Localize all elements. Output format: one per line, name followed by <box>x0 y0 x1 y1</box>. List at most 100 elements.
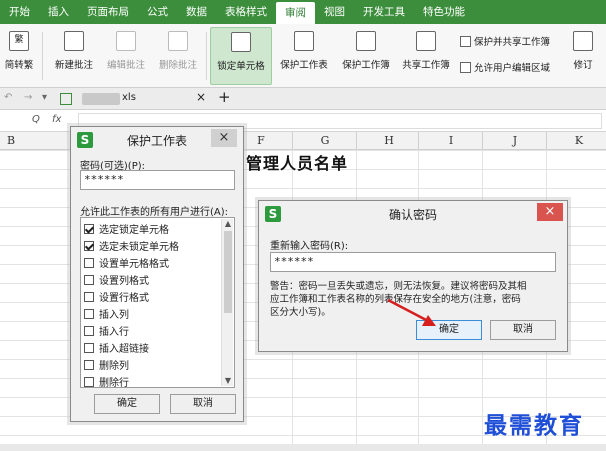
protect-cancel-button[interactable]: 取消 <box>170 394 236 414</box>
back-icon[interactable]: ↶ <box>4 92 12 103</box>
revise-button[interactable]: 修订 <box>566 27 600 85</box>
tab-developer[interactable]: 开发工具 <box>354 0 414 24</box>
menu-tab-bar: 开始 插入 页面布局 公式 数据 表格样式 审阅 视图 开发工具 特色功能 <box>0 0 606 24</box>
perm-delete-rows[interactable]: 删除行 <box>84 374 129 389</box>
protect-sheet-icon <box>294 31 314 51</box>
lock-cell-button[interactable]: 锁定单元格 <box>210 27 272 85</box>
tab-review[interactable]: 审阅 <box>276 2 315 24</box>
column-j[interactable]: J <box>484 134 546 147</box>
perm-delete-columns[interactable]: 删除列 <box>84 357 129 372</box>
share-book-button[interactable]: 共享工作簿 <box>398 27 454 85</box>
protect-dialog-close-icon[interactable]: × <box>211 129 237 147</box>
tab-view[interactable]: 视图 <box>315 0 354 24</box>
ribbon-divider <box>206 32 207 80</box>
warning-line-1: 警告：密码一旦丢失或遗忘，则无法恢复。建议将密码及其相 <box>270 281 527 292</box>
perm-format-rows[interactable]: 设置行格式 <box>84 289 149 304</box>
perm-select-unlocked[interactable]: 选定未锁定单元格 <box>84 238 179 253</box>
warning-line-2: 应工作簿和工作表名称的列表保存在安全的地方(注意，密码 <box>270 294 521 305</box>
simplify-traditional-label: 简转繁 <box>4 60 34 71</box>
perm-label: 设置行格式 <box>99 293 149 304</box>
protect-share-button[interactable]: 保护并共享工作簿 <box>460 34 550 48</box>
checkbox[interactable] <box>84 342 94 353</box>
perm-label: 选定锁定单元格 <box>99 225 169 236</box>
scroll-down-icon[interactable]: ▼ <box>222 376 234 386</box>
allow-edit-label: 允许用户编辑区域 <box>474 63 551 74</box>
delete-comment-icon <box>168 31 188 51</box>
perm-select-locked[interactable]: 选定锁定单元格 <box>84 221 169 236</box>
checkbox[interactable] <box>84 257 94 268</box>
protect-book-button[interactable]: 保护工作簿 <box>338 27 394 85</box>
reenter-password-input[interactable]: ****** <box>270 252 556 272</box>
confirm-ok-button[interactable]: 确定 <box>416 320 482 340</box>
confirm-cancel-button[interactable]: 取消 <box>490 320 556 340</box>
new-comment-icon <box>64 31 84 51</box>
checkbox[interactable] <box>84 291 94 302</box>
traditional-char-icon: 繁 <box>9 31 29 51</box>
checkbox[interactable] <box>84 308 94 319</box>
confirm-dialog-title: 确认密码 <box>388 208 437 222</box>
allow-edit-range-button[interactable]: 允许用户编辑区域 <box>460 60 550 74</box>
perm-format-columns[interactable]: 设置列格式 <box>84 272 149 287</box>
zoom-icon[interactable]: Q <box>32 114 40 125</box>
tab-formula[interactable]: 公式 <box>138 0 177 24</box>
checkbox[interactable] <box>84 376 94 387</box>
column-k[interactable]: K <box>548 134 606 147</box>
lock-cell-label: 锁定单元格 <box>217 61 265 72</box>
revise-icon <box>573 31 593 51</box>
perm-label: 设置列格式 <box>99 276 149 287</box>
protect-ok-button[interactable]: 确定 <box>94 394 160 414</box>
checkbox[interactable] <box>84 359 94 370</box>
checkbox-checked[interactable] <box>84 240 94 251</box>
delete-comment-button[interactable]: 删除批注 <box>154 27 202 85</box>
perm-insert-hyperlink[interactable]: 插入超链接 <box>84 340 149 355</box>
protect-share-label: 保护并共享工作簿 <box>474 37 551 48</box>
ribbon-divider <box>42 32 43 80</box>
edit-comment-label: 编辑批注 <box>106 60 145 71</box>
close-tab-icon[interactable]: × <box>196 90 206 104</box>
column-i[interactable]: I <box>420 134 482 147</box>
protect-book-icon <box>356 31 376 51</box>
perm-format-cells[interactable]: 设置单元格格式 <box>84 255 169 270</box>
perm-label: 插入列 <box>99 310 129 321</box>
checkbox[interactable] <box>84 274 94 285</box>
new-tab-icon[interactable]: + <box>218 88 231 106</box>
confirm-dialog-close-icon[interactable]: × <box>537 203 563 221</box>
status-bar <box>0 444 606 451</box>
sheet-title-cell[interactable]: 管理人员名单 <box>246 150 348 174</box>
new-comment-button[interactable]: 新建批注 <box>50 27 98 85</box>
share-book-label: 共享工作簿 <box>402 60 450 71</box>
blurred-filename <box>82 93 120 105</box>
column-g[interactable]: G <box>294 134 356 147</box>
scroll-up-icon[interactable]: ▲ <box>222 219 234 229</box>
perm-label: 插入超链接 <box>99 344 149 355</box>
spreadsheet-app: 开始 插入 页面布局 公式 数据 表格样式 审阅 视图 开发工具 特色功能 繁 … <box>0 0 606 451</box>
perm-label: 插入行 <box>99 327 129 338</box>
perm-insert-rows[interactable]: 插入行 <box>84 323 129 338</box>
tab-data[interactable]: 数据 <box>177 0 216 24</box>
column-b[interactable]: B <box>0 134 42 147</box>
edit-comment-button[interactable]: 编辑批注 <box>102 27 150 85</box>
fx-icon[interactable]: fx <box>52 114 61 125</box>
dropdown-icon[interactable]: ▾ <box>42 92 47 103</box>
tab-insert[interactable]: 插入 <box>39 0 78 24</box>
tab-page-layout[interactable]: 页面布局 <box>78 0 138 24</box>
new-comment-label: 新建批注 <box>54 60 93 71</box>
checkbox-checked[interactable] <box>84 223 94 234</box>
perm-insert-columns[interactable]: 插入列 <box>84 306 129 321</box>
tab-special[interactable]: 特色功能 <box>414 0 474 24</box>
simplify-traditional-button[interactable]: 繁 简转繁 <box>0 27 38 85</box>
checkbox[interactable] <box>84 325 94 336</box>
sheet-file-icon <box>60 93 72 105</box>
tab-table-style[interactable]: 表格样式 <box>216 0 276 24</box>
permission-scrollbar[interactable]: ▲ ▼ <box>221 219 233 386</box>
perm-label: 删除行 <box>99 378 129 389</box>
forward-icon[interactable]: → <box>24 92 32 103</box>
column-h[interactable]: H <box>358 134 420 147</box>
scrollbar-thumb[interactable] <box>224 231 232 313</box>
password-input[interactable]: ****** <box>80 170 235 190</box>
protect-sheet-button[interactable]: 保护工作表 <box>276 27 332 85</box>
tab-start[interactable]: 开始 <box>0 0 39 24</box>
perm-label: 选定未锁定单元格 <box>99 242 179 253</box>
document-tab-filename[interactable]: xls <box>122 92 136 103</box>
delete-comment-label: 删除批注 <box>158 60 197 71</box>
